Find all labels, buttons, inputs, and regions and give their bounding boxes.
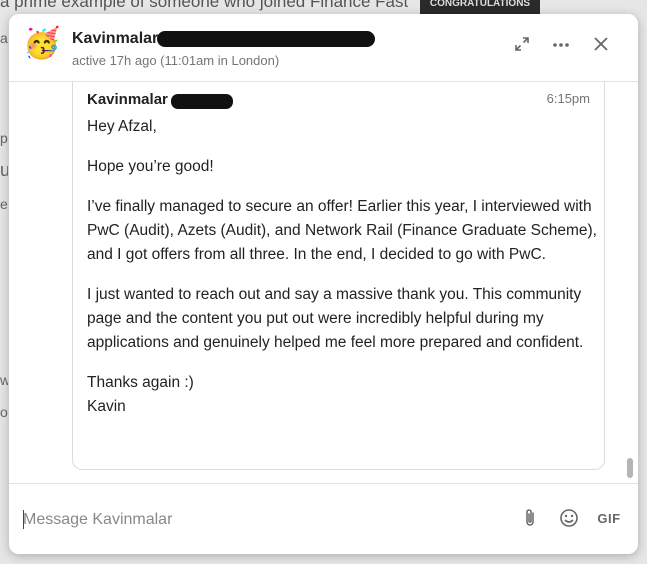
smiley-icon <box>560 509 578 527</box>
background-fragment: ev <box>0 196 8 212</box>
message-paragraph: Hey Afzal, <box>87 118 157 135</box>
expand-button[interactable] <box>511 36 533 58</box>
expand-icon <box>515 37 529 51</box>
message-composer: GIF <box>9 483 638 554</box>
background-fragment: u <box>0 160 8 180</box>
background-post-text: a prime example of someone who joined Fi… <box>0 0 409 11</box>
contact-status: active 17h ago (11:01am in London) <box>72 53 280 68</box>
message-paragraph: Thanks again :) <box>87 374 194 391</box>
message-timestamp: 6:15pm <box>546 91 590 106</box>
scrollbar-thumb[interactable] <box>627 458 633 478</box>
message-paragraph: I just wanted to reach out and say a mas… <box>87 286 584 351</box>
sender-name[interactable]: Kavinmalar <box>87 91 168 108</box>
chat-window: 🥳 Kavinmalar active 17h ago (11:01am in … <box>9 14 638 554</box>
attach-button[interactable] <box>519 508 541 530</box>
close-button[interactable] <box>590 34 612 56</box>
message-input[interactable] <box>23 508 493 532</box>
emoji-button[interactable] <box>558 508 580 530</box>
message-paragraph: Hope you’re good! <box>87 158 214 175</box>
background-fragment: o <box>0 404 8 420</box>
background-fragment: a <box>0 30 8 46</box>
avatar[interactable]: 🥳 <box>23 26 61 62</box>
more-horizontal-icon <box>553 43 569 47</box>
gif-button[interactable]: GIF <box>595 508 623 530</box>
more-options-button[interactable] <box>550 36 572 58</box>
contact-name[interactable]: Kavinmalar <box>72 30 158 48</box>
party-face-icon: 🥳 <box>23 27 61 60</box>
message-paragraph: I’ve finally managed to secure an offer!… <box>87 198 597 263</box>
redaction-bar <box>171 94 233 109</box>
message-card: Kavinmalar 6:15pm Hey Afzal, Hope you’re… <box>72 82 605 470</box>
redaction-bar <box>157 31 375 47</box>
chat-header: 🥳 Kavinmalar active 17h ago (11:01am in … <box>9 14 638 82</box>
paperclip-icon <box>526 509 534 526</box>
background-fragment: w <box>0 372 8 388</box>
message-paragraph: Kavin <box>87 398 126 415</box>
message-thread[interactable]: Kavinmalar 6:15pm Hey Afzal, Hope you’re… <box>9 82 638 482</box>
background-banner-image: CONGRATULATIONS <box>420 0 540 14</box>
background-fragment: p <box>0 130 8 146</box>
close-icon <box>594 37 608 51</box>
scrollbar[interactable] <box>626 82 634 482</box>
message-body: Hey Afzal, Hope you’re good! I’ve finall… <box>87 115 597 419</box>
